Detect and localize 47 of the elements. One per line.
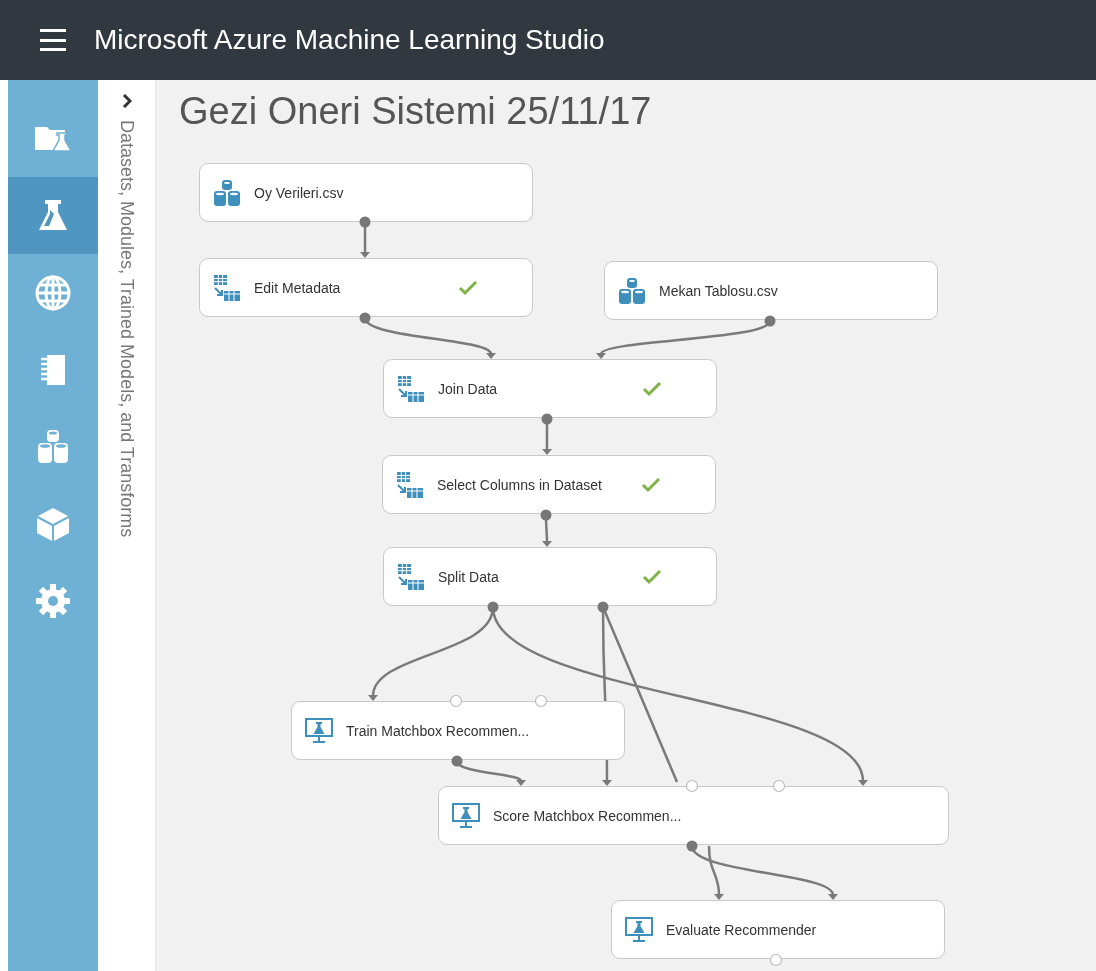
module-label: Edit Metadata — [254, 279, 342, 296]
module-node[interactable]: Join Data — [383, 359, 717, 418]
output-port — [597, 601, 609, 613]
input-port — [449, 694, 463, 708]
output-port — [541, 413, 553, 425]
monitor-flask-icon — [624, 914, 654, 945]
module-node[interactable]: Score Matchbox Recommen... — [438, 786, 949, 845]
output-port — [764, 315, 776, 327]
database-icon — [212, 177, 242, 208]
module-node[interactable]: Mekan Tablosu.csv — [604, 261, 938, 320]
module-node[interactable]: Select Columns in Dataset — [382, 455, 716, 514]
module-label: Score Matchbox Recommen... — [493, 807, 683, 824]
input-port — [772, 779, 786, 793]
module-node[interactable]: Split Data — [383, 547, 717, 606]
module-node[interactable]: Oy Verileri.csv — [199, 163, 533, 222]
module-label: Split Data — [438, 568, 500, 585]
module-node[interactable]: Train Matchbox Recommen... — [291, 701, 625, 760]
module-node[interactable]: Edit Metadata — [199, 258, 533, 317]
output-port — [487, 601, 499, 613]
output-port — [540, 509, 552, 521]
module-label: Join Data — [438, 380, 499, 397]
palette-label: Datasets, Modules, Trained Models, and Transforms — [116, 120, 137, 538]
input-port — [685, 779, 699, 793]
module-node[interactable]: Evaluate Recommender — [611, 900, 945, 959]
table-transform-icon — [396, 561, 426, 592]
database-icon — [617, 275, 647, 306]
module-label: Train Matchbox Recommen... — [346, 722, 531, 739]
module-label: Oy Verileri.csv — [254, 184, 345, 201]
monitor-flask-icon — [304, 715, 334, 746]
input-port — [534, 694, 548, 708]
output-port — [359, 216, 371, 228]
module-label: Evaluate Recommender — [666, 921, 818, 938]
table-transform-icon — [395, 469, 425, 500]
table-transform-icon — [396, 373, 426, 404]
module-label: Select Columns in Dataset — [437, 476, 603, 493]
output-port — [451, 755, 463, 767]
sidebar-item[interactable] — [8, 177, 98, 254]
module-label: Mekan Tablosu.csv — [659, 282, 779, 299]
input-port — [769, 953, 783, 967]
experiment-title: Gezi Oneri Sistemi 25/11/17 — [179, 90, 652, 133]
output-port — [686, 840, 698, 852]
output-port — [359, 312, 371, 324]
app-title: Microsoft Azure Machine Learning Studio — [94, 24, 605, 56]
menu-button[interactable] — [40, 29, 66, 51]
monitor-flask-icon — [451, 800, 481, 831]
table-transform-icon — [212, 272, 242, 303]
chevron-right-icon[interactable] — [121, 94, 132, 108]
